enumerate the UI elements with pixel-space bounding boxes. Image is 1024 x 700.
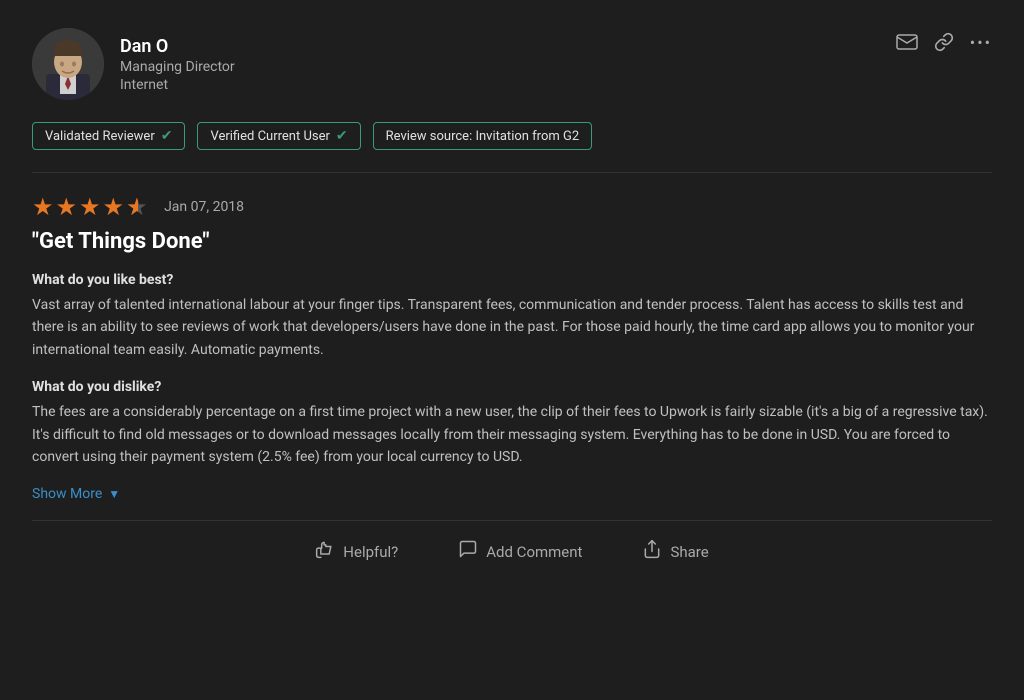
- helpful-button[interactable]: Helpful?: [315, 539, 398, 564]
- badge-label: Review source: Invitation from G2: [386, 129, 580, 144]
- review-card: Dan O Managing Director Internet •••: [0, 0, 1024, 700]
- check-icon: ✔: [336, 128, 348, 144]
- header-actions: •••: [896, 28, 992, 52]
- like-label: What do you like best?: [32, 272, 992, 288]
- badge-verified-user: Verified Current User ✔: [197, 122, 360, 150]
- star-4: ★: [103, 193, 125, 221]
- footer-actions: Helpful? Add Comment Share: [32, 521, 992, 580]
- add-comment-button[interactable]: Add Comment: [458, 539, 582, 564]
- badges-row: Validated Reviewer ✔ Verified Current Us…: [32, 122, 992, 150]
- star-1: ★: [32, 193, 54, 221]
- more-icon[interactable]: •••: [970, 33, 992, 52]
- chevron-down-icon: ▼: [108, 487, 120, 501]
- review-title: "Get Things Done": [32, 229, 992, 254]
- comment-icon: [458, 539, 478, 564]
- user-details: Dan O Managing Director Internet: [120, 36, 235, 93]
- star-3: ★: [79, 193, 101, 221]
- mail-icon[interactable]: [896, 34, 918, 50]
- avatar: [32, 28, 104, 100]
- review-meta: ★ ★ ★ ★ ★ ★ Jan 07, 2018: [32, 193, 992, 221]
- dislike-text: The fees are a considerably percentage o…: [32, 401, 992, 468]
- show-more-label: Show More: [32, 486, 102, 502]
- review-content: ★ ★ ★ ★ ★ ★ Jan 07, 2018 "Get Things Don…: [32, 193, 992, 502]
- user-info: Dan O Managing Director Internet: [32, 28, 235, 100]
- review-header: Dan O Managing Director Internet •••: [32, 28, 992, 100]
- share-button[interactable]: Share: [642, 539, 708, 564]
- star-rating: ★ ★ ★ ★ ★ ★: [32, 193, 150, 221]
- check-icon: ✔: [161, 128, 173, 144]
- share-icon: [642, 539, 662, 564]
- helpful-icon: [315, 539, 335, 564]
- share-label: Share: [670, 543, 708, 561]
- helpful-label: Helpful?: [343, 543, 398, 561]
- link-icon[interactable]: [934, 32, 954, 52]
- user-industry: Internet: [120, 77, 235, 93]
- star-2: ★: [56, 193, 78, 221]
- comment-label: Add Comment: [486, 543, 582, 561]
- like-text: Vast array of talented international lab…: [32, 294, 992, 361]
- top-divider: [32, 172, 992, 173]
- show-more-button[interactable]: Show More ▼: [32, 486, 992, 502]
- user-name: Dan O: [120, 36, 235, 57]
- user-role: Managing Director: [120, 59, 235, 75]
- badge-validated-reviewer: Validated Reviewer ✔: [32, 122, 185, 150]
- star-half: ★ ★: [126, 193, 150, 221]
- badge-label: Validated Reviewer: [45, 129, 155, 144]
- badge-review-source: Review source: Invitation from G2: [373, 122, 593, 150]
- badge-label: Verified Current User: [210, 129, 329, 144]
- dislike-label: What do you dislike?: [32, 379, 992, 395]
- review-date: Jan 07, 2018: [164, 199, 244, 215]
